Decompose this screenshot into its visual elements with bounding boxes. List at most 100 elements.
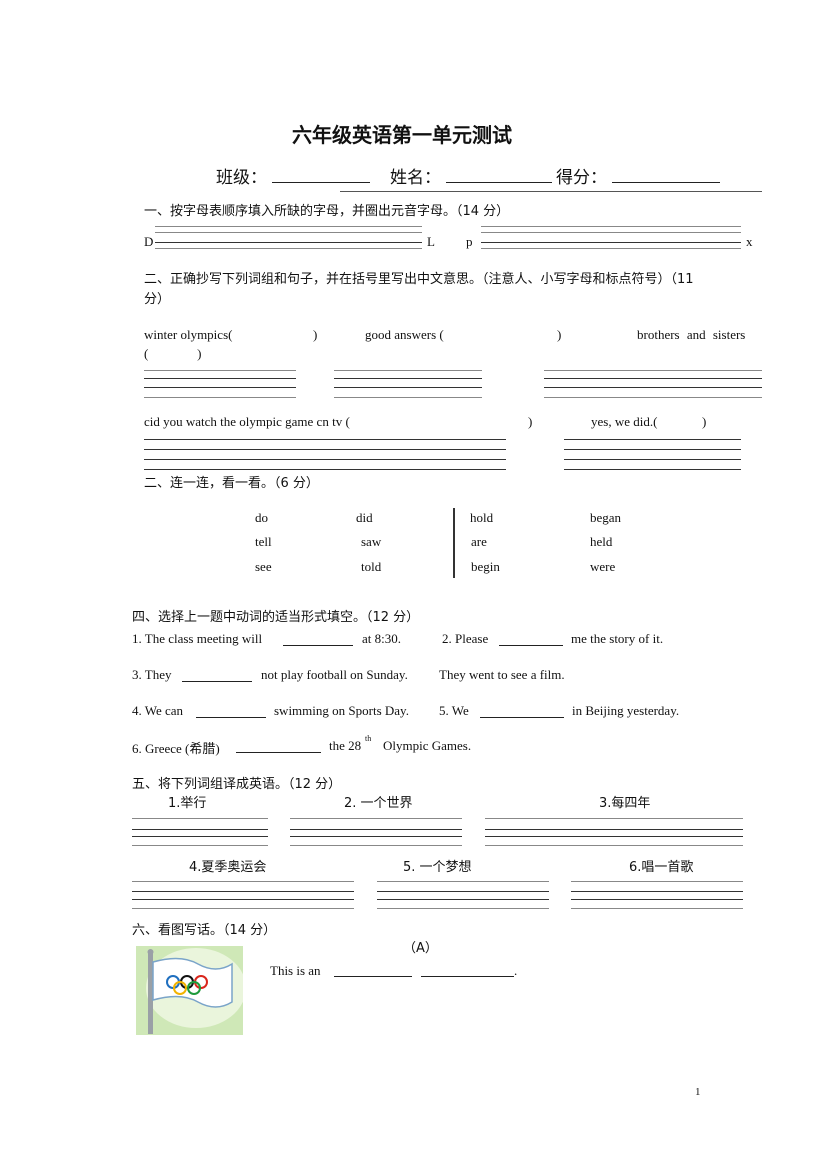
writing-line[interactable] [544, 378, 762, 379]
name-label: 姓名： [390, 168, 441, 188]
verb-word[interactable]: do [255, 510, 268, 526]
paren-close: ) [557, 327, 562, 342]
verb-word[interactable]: did [356, 510, 373, 526]
writing-line[interactable] [290, 845, 462, 846]
q3-blank[interactable] [182, 681, 252, 682]
writing-line[interactable] [334, 370, 482, 371]
writing-line[interactable] [144, 469, 506, 470]
copy-item-olympic-sentence: cid you watch the olympic game cn tv ( [144, 414, 350, 429]
writing-line [155, 248, 422, 249]
writing-line[interactable] [132, 881, 354, 882]
writing-line[interactable] [564, 459, 741, 460]
writing-line[interactable] [144, 387, 296, 388]
writing-line[interactable] [132, 899, 354, 900]
name-field[interactable] [446, 182, 552, 183]
phrase-label: 2. 一个世界 [344, 796, 413, 811]
verb-word[interactable]: saw [361, 534, 381, 550]
writing-line[interactable] [571, 891, 743, 892]
q4-text-end: swimming on Sports Day. [274, 703, 409, 718]
verb-word[interactable]: are [471, 534, 487, 550]
q6-blank[interactable] [236, 752, 321, 753]
phrase-label: 1.举行 [168, 796, 207, 811]
writing-line[interactable] [544, 397, 762, 398]
writing-line[interactable] [564, 439, 741, 440]
writing-line[interactable] [144, 370, 296, 371]
copy-item-paren: ( ) [144, 346, 202, 361]
q2-text-end: me the story of it. [571, 631, 664, 646]
section2-heading-cont: 分） [144, 292, 171, 307]
writing-line[interactable] [571, 908, 743, 909]
verb-word[interactable]: were [590, 559, 615, 575]
writing-line[interactable] [144, 378, 296, 379]
writing-line[interactable] [132, 891, 354, 892]
q1-blank[interactable] [283, 645, 353, 646]
writing-line [155, 232, 422, 233]
picture-blank-1[interactable] [334, 976, 412, 977]
q5-blank[interactable] [480, 717, 564, 718]
verb-word[interactable]: see [255, 559, 272, 575]
letter-fill-line[interactable] [481, 242, 741, 243]
paren-close: ) [702, 414, 707, 429]
phrase-label: 3.每四年 [599, 796, 651, 811]
writing-line[interactable] [334, 387, 482, 388]
writing-line[interactable] [144, 397, 296, 398]
writing-line[interactable] [144, 449, 506, 450]
letter-end-left: L [427, 234, 435, 249]
section2-heading: 二、正确抄写下列词组和句子，并在括号里写出中文意思。（注意人、小写字母和标点符号… [144, 272, 694, 287]
q6-text-end: Olympic Games. [383, 738, 472, 753]
writing-line[interactable] [377, 908, 549, 909]
picture-blank-2[interactable] [421, 976, 514, 977]
picture-sentence: This is an [270, 963, 321, 978]
writing-line[interactable] [571, 899, 743, 900]
writing-line[interactable] [144, 439, 506, 440]
writing-line[interactable] [571, 881, 743, 882]
verb-word[interactable]: began [590, 510, 621, 526]
phrase-label: 6.唱一首歌 [629, 860, 694, 875]
writing-line[interactable] [132, 829, 268, 830]
writing-line[interactable] [334, 378, 482, 379]
verb-word[interactable]: hold [470, 510, 493, 526]
sentence-period: . [514, 963, 518, 978]
writing-line[interactable] [544, 370, 762, 371]
class-field[interactable] [272, 182, 370, 183]
writing-line[interactable] [377, 881, 549, 882]
letter-end-right: x [746, 234, 753, 249]
writing-line[interactable] [132, 908, 354, 909]
writing-line[interactable] [377, 891, 549, 892]
verb-word[interactable]: held [590, 534, 612, 550]
writing-line[interactable] [144, 459, 506, 460]
writing-line[interactable] [334, 397, 482, 398]
writing-line[interactable] [485, 845, 743, 846]
verb-word[interactable]: told [361, 559, 381, 575]
column-divider [453, 508, 455, 578]
writing-line[interactable] [132, 836, 268, 837]
q4-blank[interactable] [196, 717, 266, 718]
section6-heading: 六、看图写话。（14 分） [132, 923, 277, 938]
paren-close: ) [528, 414, 533, 429]
writing-line[interactable] [564, 469, 741, 470]
letter-fill-line[interactable] [155, 242, 422, 243]
writing-line [155, 226, 422, 227]
writing-line[interactable] [377, 899, 549, 900]
writing-line[interactable] [290, 818, 462, 819]
letter-start-left: D [144, 234, 154, 249]
writing-line[interactable] [564, 449, 741, 450]
q2-blank[interactable] [499, 645, 563, 646]
writing-line[interactable] [485, 836, 743, 837]
writing-line[interactable] [544, 387, 762, 388]
writing-line[interactable] [485, 829, 743, 830]
writing-line[interactable] [132, 818, 268, 819]
q1-text-end: at 8:30. [362, 631, 401, 646]
score-field[interactable] [612, 182, 720, 183]
section1-heading: 一、按字母表顺序填入所缺的字母，并圈出元音字母。（14 分） [144, 204, 510, 219]
writing-line[interactable] [290, 836, 462, 837]
writing-line[interactable] [290, 829, 462, 830]
q2-text: 2. Please [442, 631, 489, 646]
q3-text-extra: They went to see a film. [439, 667, 565, 682]
verb-word[interactable]: tell [255, 534, 272, 550]
writing-line[interactable] [132, 845, 268, 846]
writing-line[interactable] [485, 818, 743, 819]
section4-heading: 四、选择上一题中动词的适当形式填空。（12 分） [132, 610, 420, 625]
q6-text: 6. Greece (希腊) [132, 741, 220, 756]
verb-word[interactable]: begin [471, 559, 500, 575]
